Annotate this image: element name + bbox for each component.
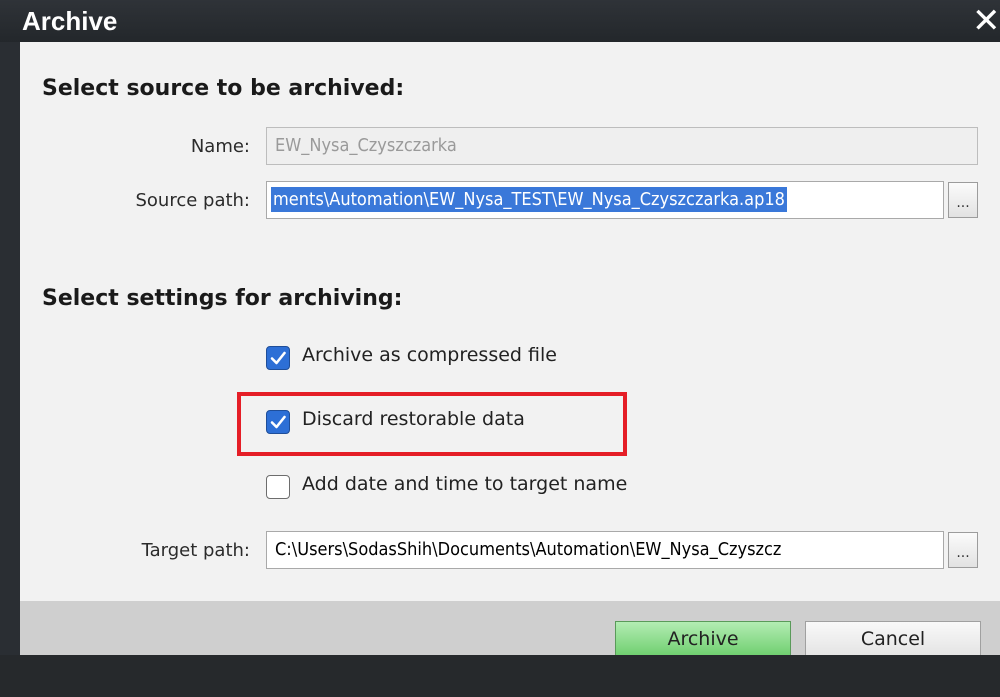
archive-button[interactable]: Archive	[615, 621, 791, 657]
option-compressed[interactable]: Archive as compressed file	[266, 344, 766, 374]
source-path-value: ments\Automation\EW_Nysa_TEST\EW_Nysa_Cz…	[271, 187, 787, 212]
source-section-heading: Select source to be archived:	[42, 76, 405, 101]
window-title: Archive	[22, 6, 118, 36]
archive-dialog: Select source to be archived: Name: EW_N…	[20, 42, 1000, 697]
option-add-date-time-label: Add date and time to target name	[302, 473, 628, 495]
name-label: Name:	[190, 136, 250, 157]
checkbox-compressed[interactable]	[266, 346, 290, 370]
close-icon[interactable]: ✕	[972, 4, 1000, 40]
target-path-field[interactable]: C:\Users\SodasShih\Documents\Automation\…	[266, 531, 944, 569]
cancel-button[interactable]: Cancel	[805, 621, 981, 657]
bottom-strip	[0, 655, 1000, 697]
target-path-browse-button[interactable]: ...	[948, 532, 978, 568]
checkmark-icon	[270, 351, 286, 365]
source-path-browse-button[interactable]: ...	[948, 182, 978, 218]
target-path-label: Target path:	[141, 540, 250, 561]
source-path-label: Source path:	[135, 190, 250, 211]
option-compressed-label: Archive as compressed file	[302, 344, 557, 366]
settings-section-heading: Select settings for archiving:	[42, 286, 403, 311]
name-field: EW_Nysa_Czyszczarka	[266, 127, 978, 165]
checkbox-add-date-time[interactable]	[266, 475, 290, 499]
highlight-annotation	[237, 392, 627, 456]
source-path-field[interactable]: ments\Automation\EW_Nysa_TEST\EW_Nysa_Cz…	[266, 181, 944, 219]
title-bar: Archive ✕	[0, 0, 1000, 42]
option-add-date-time[interactable]: Add date and time to target name	[266, 473, 766, 503]
